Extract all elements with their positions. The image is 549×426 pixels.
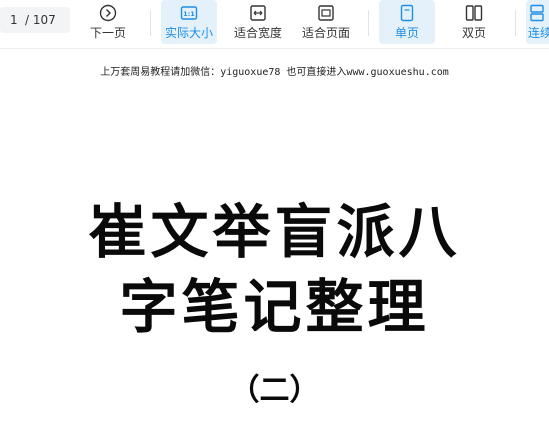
single-page-label: 单页 — [394, 26, 419, 40]
toolbar-divider — [368, 10, 369, 36]
double-page-button[interactable]: 双页 — [446, 0, 502, 44]
page-counter[interactable]: 1 / 107 — [0, 7, 70, 33]
fit-width-button[interactable]: 适合宽度 — [228, 0, 288, 44]
document-title-line2: 字笔记整理 — [119, 273, 430, 341]
fit-page-label: 适合页面 — [301, 26, 350, 40]
watermark-text: 上万套周易教程请加微信：yiguoxue78 也可直接进入www.guoxues… — [100, 67, 449, 78]
chevron-right-circle-icon — [99, 4, 117, 22]
continuous-button[interactable]: 连续 — [526, 0, 549, 44]
toolbar-divider — [515, 10, 516, 36]
double-page-label: 双页 — [461, 26, 486, 40]
page-current-number[interactable]: 1 — [10, 7, 18, 33]
toolbar-divider — [150, 10, 151, 36]
document-title-line1: 崔文举盲派八 — [88, 198, 461, 266]
actual-size-label: 实际大小 — [164, 26, 213, 40]
next-page-button[interactable]: 下一页 — [80, 0, 136, 44]
page-total-number: / 107 — [25, 13, 56, 27]
viewer-toolbar: 1 / 107 下一页 1:1 实际大小 适合宽度 适合页面 单页 双页 连续 — [0, 0, 549, 49]
actual-size-button[interactable]: 1:1 实际大小 — [161, 0, 217, 44]
single-page-icon — [400, 4, 414, 22]
fit-width-icon — [250, 5, 266, 21]
actual-size-icon: 1:1 — [180, 6, 198, 20]
document-subtitle: （二） — [229, 373, 320, 408]
single-page-button[interactable]: 单页 — [379, 0, 435, 44]
next-page-label: 下一页 — [89, 26, 126, 40]
fit-page-icon — [318, 5, 334, 21]
double-page-icon — [465, 5, 483, 21]
fit-page-button[interactable]: 适合页面 — [296, 0, 356, 44]
fit-width-label: 适合宽度 — [233, 26, 282, 40]
continuous-label: 连续 — [528, 26, 549, 40]
svg-text:1:1: 1:1 — [183, 10, 195, 18]
document-page: 上万套周易教程请加微信：yiguoxue78 也可直接进入www.guoxues… — [0, 49, 549, 426]
continuous-scroll-icon — [530, 4, 544, 22]
